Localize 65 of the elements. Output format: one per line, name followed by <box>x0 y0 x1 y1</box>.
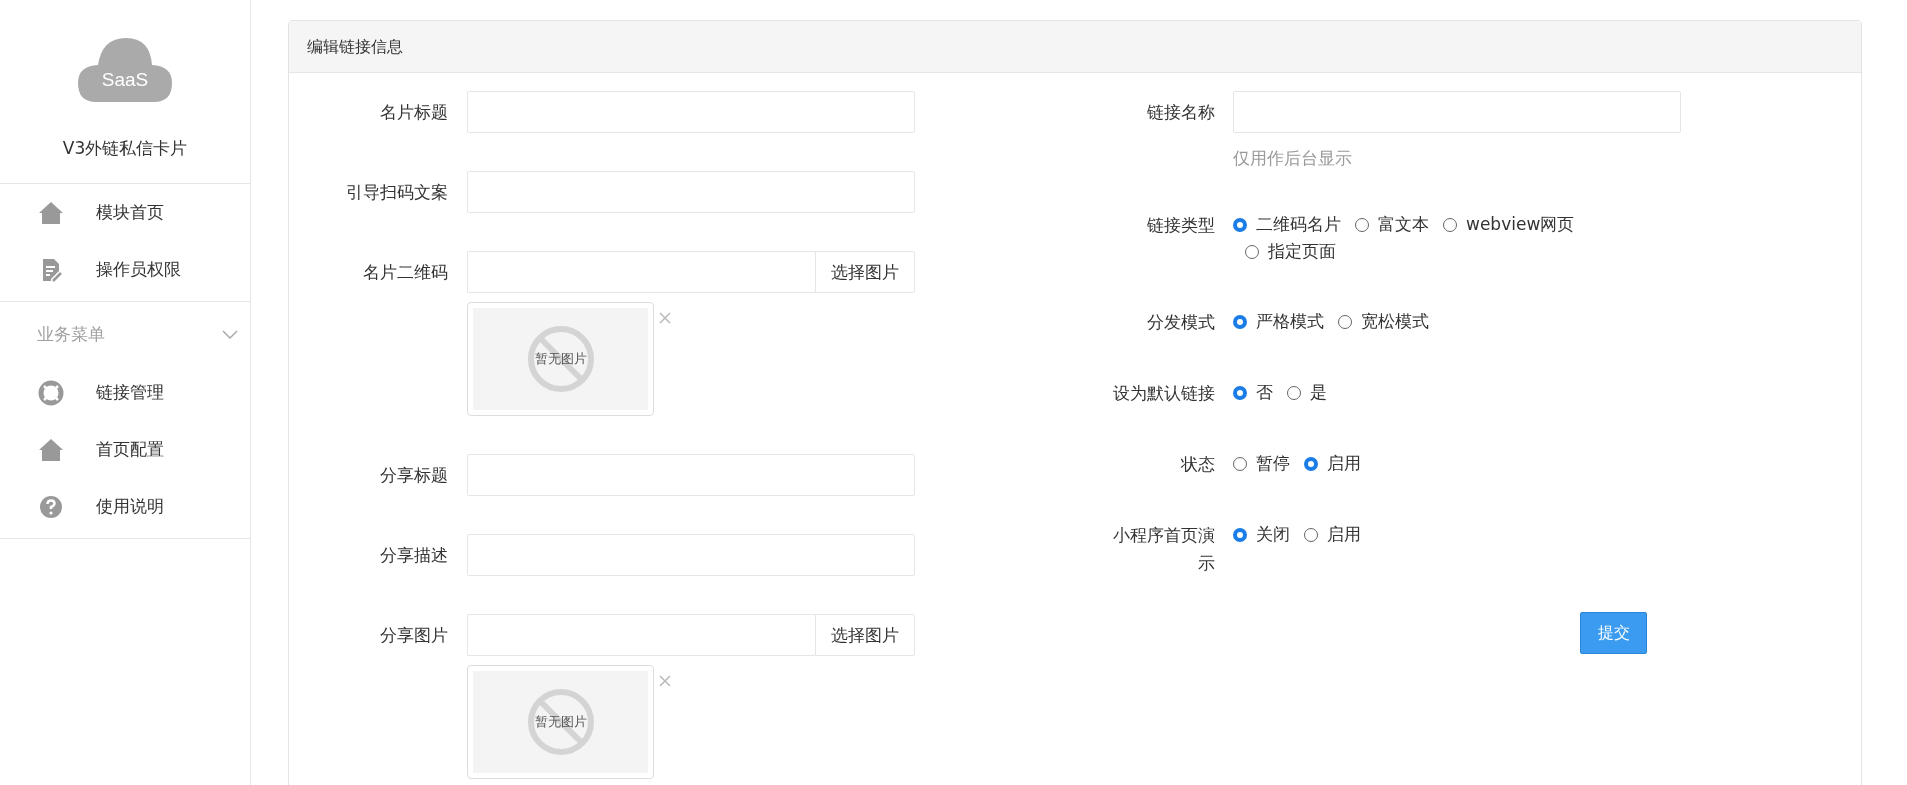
radio-button[interactable] <box>1304 456 1318 471</box>
remove-icon <box>659 312 671 324</box>
radio-label[interactable]: 否 <box>1256 381 1273 404</box>
radio-button[interactable] <box>1304 527 1318 542</box>
field-label: 链接类型 <box>1146 214 1215 237</box>
radio-label[interactable]: 宽松模式 <box>1361 310 1429 333</box>
radio-button[interactable] <box>1233 217 1247 232</box>
home-icon <box>38 199 64 226</box>
field-label: 链接名称 <box>1146 101 1215 124</box>
text-input[interactable] <box>467 171 915 213</box>
select-image-button[interactable]: 选择图片 <box>815 251 915 293</box>
menu-item[interactable]: 使用说明 <box>0 478 250 535</box>
radio-label[interactable]: 启用 <box>1327 452 1361 475</box>
home-icon <box>38 436 64 463</box>
radio-label[interactable]: 指定页面 <box>1268 240 1336 263</box>
no-image-icon <box>526 325 595 393</box>
field-label: 分享标题 <box>379 464 448 487</box>
radio-button[interactable] <box>1233 456 1247 471</box>
radio-button[interactable] <box>1443 217 1457 232</box>
placeholder-text: 暂无图片 <box>533 350 588 368</box>
radio-button[interactable] <box>1233 385 1247 400</box>
text-input[interactable] <box>467 454 915 496</box>
radio-label[interactable]: 二维码名片 <box>1256 213 1341 236</box>
field-label: 设为默认链接 <box>1112 382 1215 405</box>
field-label: 分享图片 <box>379 624 448 647</box>
radio-label[interactable]: webview网页 <box>1466 213 1575 236</box>
field-label: 引导扫码文案 <box>345 181 448 204</box>
text-input[interactable] <box>1233 91 1681 133</box>
app-title: V3外链私信卡片 <box>62 137 188 160</box>
image-url-input[interactable] <box>467 614 815 656</box>
menu-item[interactable]: 模块首页 <box>0 184 250 241</box>
radio-label[interactable]: 是 <box>1310 381 1327 404</box>
field-label: 名片二维码 <box>362 261 448 284</box>
text-input[interactable] <box>467 91 915 133</box>
field-label: 分发模式 <box>1146 311 1215 334</box>
placeholder-text: 暂无图片 <box>533 713 588 731</box>
image-url-input[interactable] <box>467 251 815 293</box>
cloud-icon <box>76 36 174 104</box>
radio-button[interactable] <box>1338 314 1352 329</box>
menu-item[interactable]: 链接管理 <box>0 364 250 421</box>
no-image-icon <box>526 688 595 756</box>
radio-label[interactable]: 关闭 <box>1256 523 1290 546</box>
radio-button[interactable] <box>1355 217 1369 232</box>
radio-button[interactable] <box>1245 244 1259 259</box>
remove-icon <box>659 675 671 687</box>
field-label: 分享描述 <box>379 544 448 567</box>
menu-item[interactable]: 操作员权限 <box>0 241 250 298</box>
select-image-button[interactable]: 选择图片 <box>815 614 915 656</box>
radio-button[interactable] <box>1233 527 1247 542</box>
radio-label[interactable]: 暂停 <box>1256 452 1290 475</box>
text-input[interactable] <box>467 534 915 576</box>
radio-label[interactable]: 严格模式 <box>1256 310 1324 333</box>
field-label: 小程序首页演示 <box>1112 524 1215 575</box>
help-text: 仅用作后台显示 <box>1233 147 1353 170</box>
radio-label[interactable]: 启用 <box>1327 523 1361 546</box>
menu-item[interactable]: 首页配置 <box>0 421 250 478</box>
panel-title: 编辑链接信息 <box>289 21 1861 73</box>
lifebuoy-icon <box>38 379 64 406</box>
radio-button[interactable] <box>1233 314 1247 329</box>
help-icon <box>38 493 64 520</box>
radio-label[interactable]: 富文本 <box>1378 213 1429 236</box>
logo-text: SaaS <box>100 68 150 92</box>
radio-button[interactable] <box>1287 385 1301 400</box>
field-label: 状态 <box>1180 453 1215 476</box>
field-label: 名片标题 <box>379 101 448 124</box>
